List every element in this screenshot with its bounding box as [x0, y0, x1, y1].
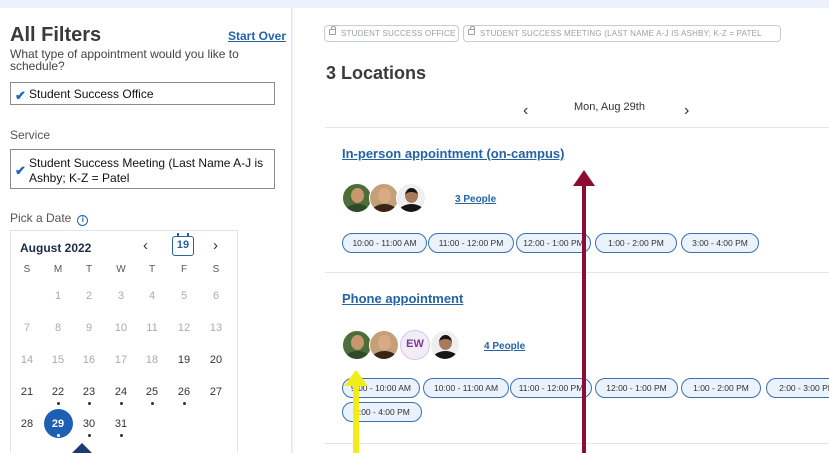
people-link[interactable]: 4 People: [484, 341, 525, 352]
calendar-day: 2: [85, 290, 93, 302]
calendar-day: 15: [51, 354, 65, 366]
calendar-day[interactable]: 25: [136, 379, 168, 405]
office-select-value: Student Success Office: [29, 87, 154, 101]
calendar-day[interactable]: 19: [168, 347, 200, 373]
filters-panel: All Filters Start Over What type of appo…: [0, 8, 292, 453]
calendar-day[interactable]: 23: [73, 379, 105, 405]
start-over-link[interactable]: Start Over: [228, 29, 286, 43]
filter-chip-office[interactable]: Student Success Office: [324, 25, 459, 42]
annotation-arrow-navy: [70, 443, 94, 453]
weekday-header: F: [180, 264, 188, 275]
calendar-day[interactable]: 31: [105, 411, 137, 437]
divider: [325, 272, 829, 273]
time-slot-button[interactable]: 10:00 - 11:00 AM: [423, 378, 509, 398]
checkmark-icon: ✔: [15, 88, 26, 103]
calendar-today-icon[interactable]: 19: [172, 233, 194, 256]
calendar-day: 11: [146, 322, 158, 334]
calendar-day[interactable]: 24: [105, 379, 137, 405]
avatar[interactable]: [342, 183, 372, 213]
location-title-phone[interactable]: Phone appointment: [342, 291, 463, 306]
calendar-day[interactable]: 26: [168, 379, 200, 405]
location-title-in-person[interactable]: In-person appointment (on-campus): [342, 146, 564, 161]
calendar-day[interactable]: 22: [42, 379, 74, 405]
calendar-month: August 2022: [20, 241, 92, 255]
calendar-day: 1: [54, 290, 62, 302]
time-slot-button[interactable]: 3:00 - 4:00 PM: [681, 233, 759, 253]
calendar-day: 3: [117, 290, 125, 302]
divider: [325, 127, 829, 128]
service-label: Service: [10, 128, 51, 142]
time-slot-button[interactable]: 1:00 - 2:00 PM: [595, 233, 677, 253]
time-slot-button[interactable]: 10:00 - 11:00 AM: [342, 233, 427, 253]
service-select[interactable]: ✔ Student Success Meeting (Last Name A-J…: [10, 149, 275, 189]
divider: [325, 443, 829, 444]
next-day-button[interactable]: ›: [684, 102, 689, 120]
calendar-day[interactable]: 29: [42, 409, 74, 438]
calendar-day: 10: [114, 322, 128, 334]
calendar-day[interactable]: 20: [200, 347, 232, 373]
pick-date-text: Pick a Date: [10, 211, 72, 225]
time-slot-button[interactable]: 12:00 - 1:00 PM: [595, 378, 678, 398]
calendar-day: 6: [212, 290, 220, 302]
lock-icon: [468, 26, 475, 35]
calendar-day[interactable]: 21: [11, 379, 43, 405]
calendar-day: 17: [114, 354, 128, 366]
filter-chip-label: Student Success Meeting (Last Name A-J i…: [480, 29, 762, 38]
time-slot-button[interactable]: 12:00 - 1:00 PM: [516, 233, 591, 253]
time-slot-button[interactable]: 11:00 - 12:00 PM: [428, 233, 514, 253]
calendar-day: 12: [177, 322, 191, 334]
service-select-value: Student Success Meeting (Last Name A-J i…: [29, 156, 264, 185]
calendar-day: 8: [54, 322, 62, 334]
calendar-day[interactable]: 30: [73, 411, 105, 437]
filter-chip-service[interactable]: Student Success Meeting (Last Name A-J i…: [463, 25, 781, 42]
calendar-day: 18: [145, 354, 159, 366]
locations-count: 3 Locations: [326, 63, 427, 83]
avatar[interactable]: [396, 183, 426, 213]
annotation-arrow-yellow: [344, 370, 368, 453]
time-slot-button[interactable]: 1:00 - 2:00 PM: [681, 378, 761, 398]
weekday-header: S: [23, 264, 31, 275]
weekday-header: T: [85, 264, 93, 275]
calendar-day: 13: [209, 322, 223, 334]
prev-day-button[interactable]: ‹: [523, 102, 528, 120]
weekday-header: S: [212, 264, 220, 275]
results-panel: Student Success Office Student Success M…: [293, 8, 829, 453]
info-icon[interactable]: i: [77, 215, 89, 226]
people-link[interactable]: 3 People: [455, 194, 496, 205]
calendar-day[interactable]: 27: [200, 379, 232, 405]
weekday-header: T: [148, 264, 156, 275]
time-slot-button[interactable]: 2:00 - 3:00 PM: [766, 378, 829, 398]
calendar-day: 16: [82, 354, 96, 366]
pick-date-label: Pick a Date i: [10, 211, 89, 226]
avatar-initials[interactable]: EW: [400, 330, 430, 360]
avatar[interactable]: [342, 330, 372, 360]
checkmark-icon: ✔: [15, 163, 26, 178]
current-date: Mon, Aug 29th: [574, 101, 645, 113]
date-picker: August 2022 ‹ 19 › S M T W T F S 1 2 3 4 5 6 7 8 9 10 11 1…: [10, 230, 238, 453]
lock-icon: [329, 26, 336, 35]
weekday-header: W: [116, 264, 126, 275]
office-select[interactable]: ✔ Student Success Office: [10, 82, 275, 105]
calendar-day: 14: [20, 354, 34, 366]
filter-chip-label: Student Success Office: [341, 29, 456, 38]
appointment-type-question: What type of appointment would you like …: [10, 47, 239, 73]
avatar[interactable]: [369, 183, 399, 213]
annotation-arrow-red: [573, 170, 595, 453]
calendar-day[interactable]: 28: [11, 411, 43, 437]
calendar-prev-month-button[interactable]: ‹: [143, 237, 148, 254]
calendar-day: 7: [23, 322, 31, 334]
avatar[interactable]: [369, 330, 399, 360]
calendar-day: 5: [180, 290, 188, 302]
calendar-day: 4: [148, 290, 156, 302]
weekday-header: M: [53, 264, 63, 275]
avatar[interactable]: [430, 330, 460, 360]
filters-title: All Filters: [10, 24, 102, 46]
calendar-day: 9: [85, 322, 93, 334]
calendar-next-month-button[interactable]: ›: [213, 237, 218, 254]
time-slot-button[interactable]: 11:00 - 12:00 PM: [510, 378, 592, 398]
